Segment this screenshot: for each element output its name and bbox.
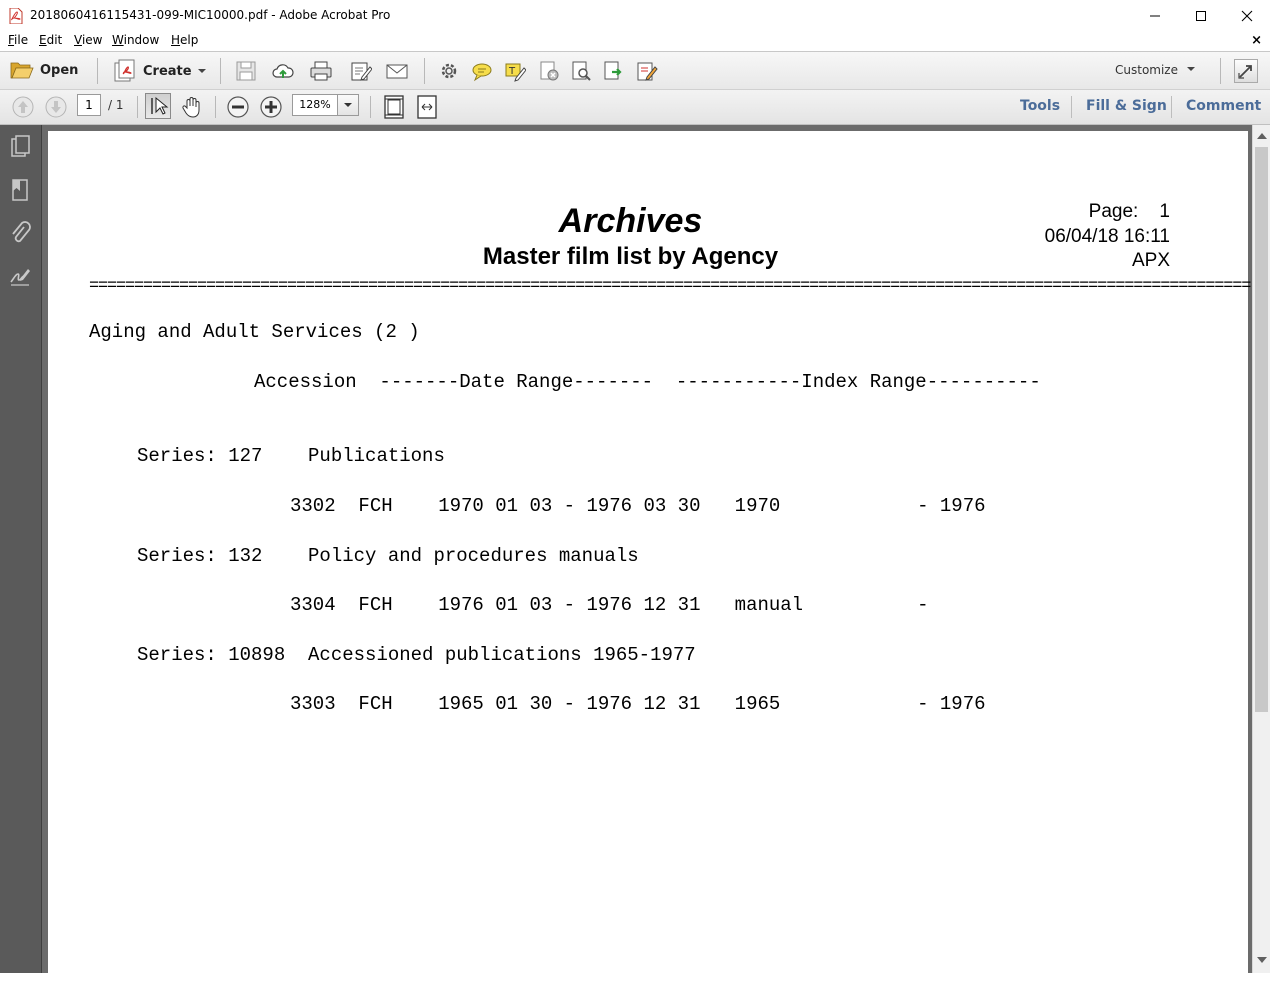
- report-datetime: 06/04/18 16:11: [1044, 226, 1170, 247]
- close-icon: [1241, 10, 1253, 21]
- minimize-icon: [1150, 15, 1160, 16]
- page-total: / 1: [108, 98, 124, 112]
- delete-page-icon[interactable]: [538, 60, 560, 82]
- zoom-out-icon[interactable]: [226, 95, 250, 119]
- comment-tab[interactable]: Comment: [1186, 98, 1261, 114]
- accession-row: 3303 FCH 1965 01 30 - 1976 12 31 1965 - …: [290, 693, 986, 715]
- maximize-icon: [1196, 10, 1206, 21]
- document-viewport[interactable]: Archives Master film list by Agency Page…: [42, 125, 1252, 981]
- previous-page-icon[interactable]: [11, 95, 35, 119]
- print-icon[interactable]: [310, 60, 332, 82]
- zoom-input[interactable]: 128%: [292, 94, 338, 116]
- navigation-toolbar: 1 / 1 128% Tools Fill & Sign Comment: [0, 90, 1270, 125]
- sign-icon[interactable]: [636, 60, 658, 82]
- svg-text:T: T: [508, 66, 516, 77]
- select-tool-button[interactable]: [145, 93, 171, 119]
- fill-sign-tab[interactable]: Fill & Sign: [1086, 98, 1167, 114]
- pdf-file-icon: [9, 8, 23, 24]
- select-cursor-icon: [151, 96, 169, 115]
- report-code: APX: [1131, 250, 1170, 271]
- scroll-down-icon[interactable]: [1257, 957, 1267, 963]
- menu-view[interactable]: View: [74, 33, 102, 47]
- page-number-input[interactable]: 1: [77, 94, 101, 116]
- chevron-down-icon: [344, 103, 352, 107]
- series-line: Series: 127 Publications: [137, 445, 445, 467]
- scroll-up-icon[interactable]: [1257, 133, 1267, 139]
- scrollbar-thumb[interactable]: [1255, 147, 1268, 712]
- navigation-pane: [0, 125, 42, 973]
- fit-width-icon[interactable]: [415, 94, 439, 120]
- document-title: Archives: [558, 202, 703, 240]
- full-screen-button[interactable]: [1234, 59, 1258, 83]
- menu-file[interactable]: File: [8, 33, 28, 47]
- close-button[interactable]: [1224, 0, 1270, 31]
- accession-row: 3304 FCH 1976 01 03 - 1976 12 31 manual …: [290, 594, 929, 616]
- folder-open-icon: [10, 62, 34, 79]
- email-icon[interactable]: [386, 60, 408, 82]
- bookmarks-icon[interactable]: [9, 178, 31, 202]
- next-page-icon[interactable]: [44, 95, 68, 119]
- agency-heading: Aging and Adult Services (2 ): [89, 321, 420, 343]
- customize-button[interactable]: Customize: [1115, 63, 1196, 77]
- title-bar: 2018060416115431-099-MIC10000.pdf - Adob…: [0, 0, 1270, 31]
- menu-window[interactable]: Window: [112, 33, 159, 47]
- chevron-down-icon: [1187, 67, 1195, 71]
- main-toolbar: Open Create T Customize: [0, 51, 1270, 90]
- minimize-button[interactable]: [1132, 0, 1178, 31]
- menu-edit[interactable]: Edit: [39, 33, 62, 47]
- edit-pdf-icon[interactable]: [350, 60, 372, 82]
- fit-page-icon[interactable]: [382, 94, 406, 120]
- series-line: Series: 132 Policy and procedures manual…: [137, 545, 639, 567]
- pdf-page: Archives Master film list by Agency Page…: [48, 131, 1251, 981]
- hand-tool-icon[interactable]: [180, 95, 204, 119]
- double-rule: ========================================…: [89, 277, 1251, 296]
- zoom-in-icon[interactable]: [259, 95, 283, 119]
- columns-header: Accession -------Date Range------- -----…: [254, 371, 1041, 393]
- zoom-dropdown[interactable]: [337, 94, 359, 116]
- signatures-icon[interactable]: [9, 264, 31, 288]
- export-icon[interactable]: [603, 60, 625, 82]
- vertical-scrollbar[interactable]: [1252, 125, 1270, 973]
- tools-tab[interactable]: Tools: [1020, 98, 1060, 114]
- page-thumbnails-icon[interactable]: [9, 135, 31, 159]
- settings-icon[interactable]: [438, 60, 460, 82]
- series-line: Series: 10898 Accessioned publications 1…: [137, 644, 696, 666]
- close-document-button[interactable]: ×: [1251, 33, 1262, 48]
- attachments-icon[interactable]: [9, 221, 31, 245]
- cloud-upload-icon[interactable]: [272, 60, 294, 82]
- open-button[interactable]: Open: [10, 60, 78, 80]
- page-label: Page: 1: [1088, 201, 1170, 222]
- search-doc-icon[interactable]: [570, 60, 592, 82]
- save-icon[interactable]: [235, 60, 257, 82]
- expand-icon: [1238, 65, 1252, 79]
- maximize-button[interactable]: [1178, 0, 1224, 31]
- menu-bar: File Edit View Window Help ×: [0, 31, 1270, 51]
- create-button[interactable]: Create: [113, 59, 207, 83]
- document-subtitle: Master film list by Agency: [482, 243, 779, 270]
- accession-row: 3302 FCH 1970 01 03 - 1976 03 30 1970 - …: [290, 495, 986, 517]
- chevron-down-icon: [197, 69, 206, 73]
- comment-icon[interactable]: [471, 60, 493, 82]
- create-pdf-icon: [114, 59, 135, 82]
- menu-help[interactable]: Help: [171, 33, 198, 47]
- highlight-icon[interactable]: T: [504, 60, 526, 82]
- window-title: 2018060416115431-099-MIC10000.pdf - Adob…: [30, 8, 391, 22]
